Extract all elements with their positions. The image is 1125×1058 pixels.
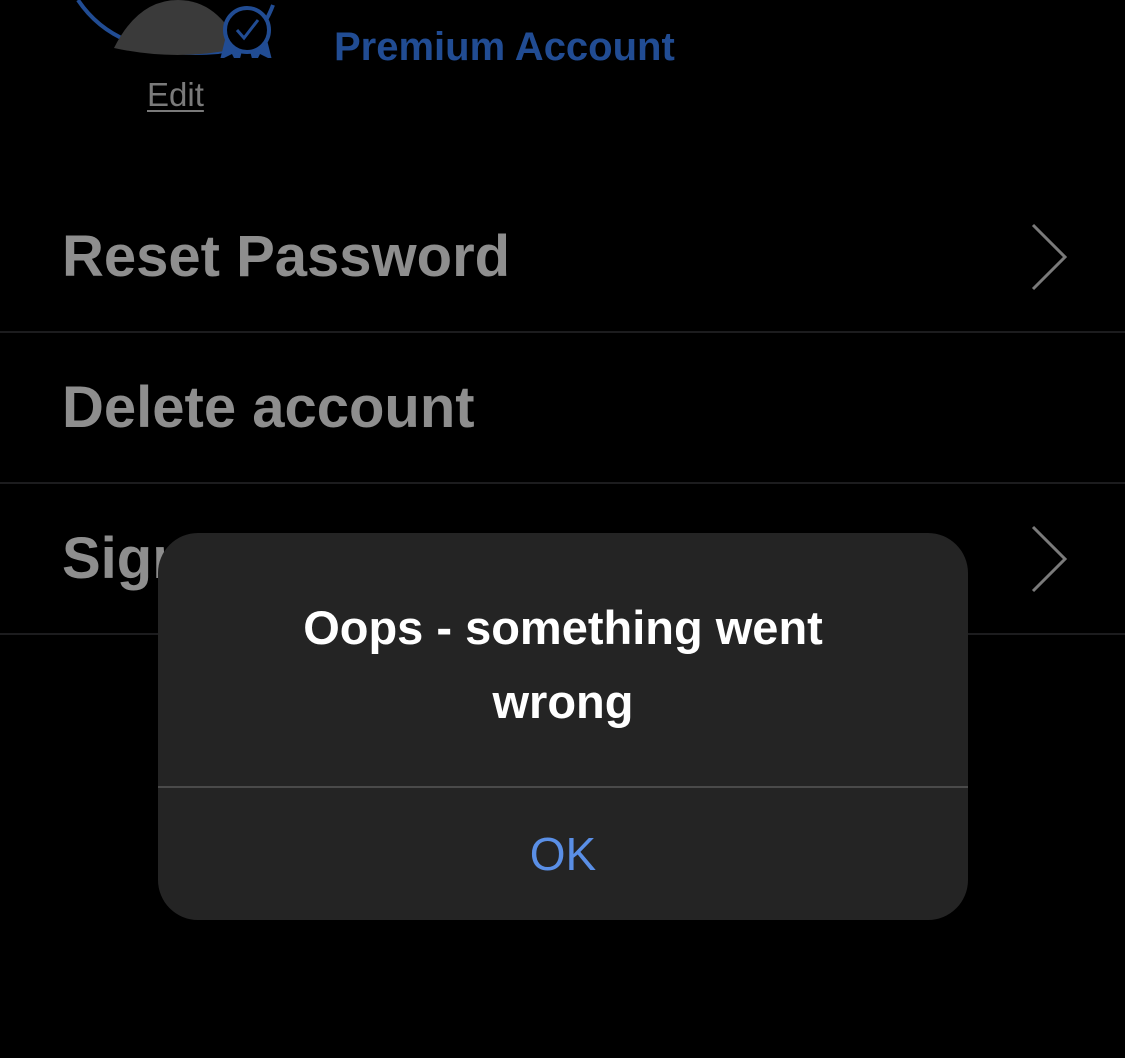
profile-header: Edit Premium Account — [0, 0, 1125, 130]
menu-item-label: Reset Password — [62, 223, 511, 289]
ok-button[interactable]: OK — [158, 788, 968, 920]
menu-item-delete-account[interactable]: Delete account — [0, 333, 1125, 484]
menu-item-reset-password[interactable]: Reset Password — [0, 182, 1125, 333]
account-type-label: Premium Account — [334, 25, 675, 69]
menu-item-label: Delete account — [62, 374, 475, 440]
alert-title: Oops - something went wrong — [303, 601, 823, 728]
error-alert-dialog: Oops - something went wrong OK — [158, 533, 968, 920]
chevron-right-icon — [1031, 525, 1068, 592]
edit-avatar-link[interactable]: Edit — [147, 78, 204, 111]
avatar[interactable] — [68, 0, 284, 58]
chevron-right-icon — [1031, 223, 1068, 290]
verified-badge-icon — [220, 6, 272, 58]
avatar-silhouette — [114, 0, 240, 55]
